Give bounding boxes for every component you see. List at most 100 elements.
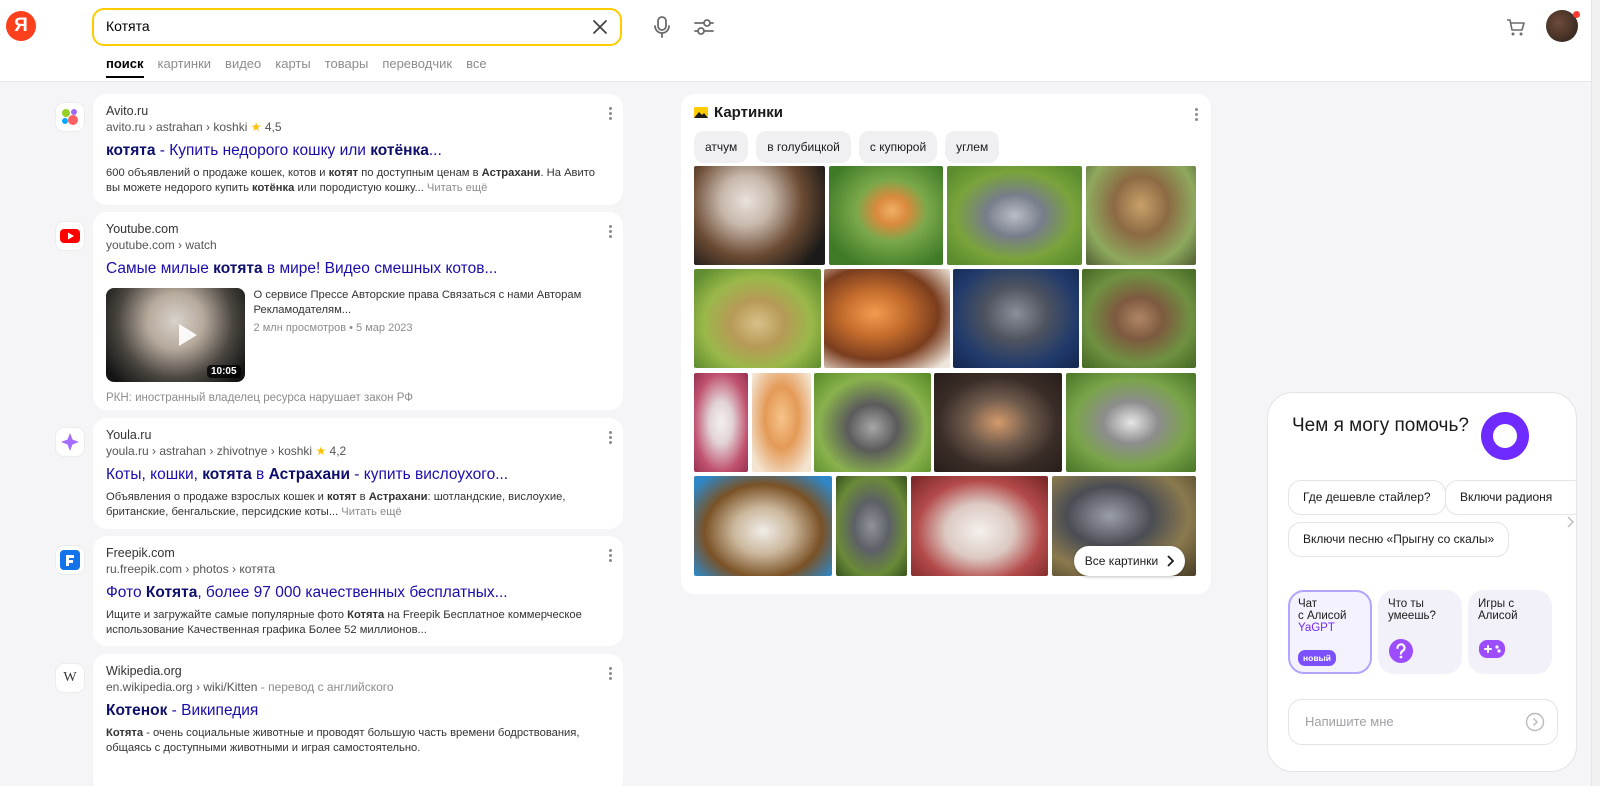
kitten-image[interactable] [694,269,821,368]
read-more-link[interactable]: Читать ещё [427,182,487,194]
kitten-image[interactable] [953,269,1079,368]
result-path[interactable]: youla.ru › astrahan › zhivotnye › koshki… [106,444,609,458]
result-snippet: Объявления о продаже взрослых кошек и ко… [106,491,566,518]
result-title[interactable]: Фото Котята, более 97 000 качественных б… [106,584,609,602]
more-options-icon[interactable] [609,107,613,121]
send-icon[interactable] [1525,712,1545,732]
play-icon[interactable] [179,324,197,346]
search-result[interactable]: Wikipedia.org en.wikipedia.org › wiki/Ki… [93,654,623,786]
chat-with-alice-tile[interactable]: Чат с Алисой YaGPT новый [1288,590,1372,674]
kitten-image[interactable] [947,166,1082,265]
avito-favicon-icon [56,103,84,131]
alice-message-input[interactable]: Напишите мне [1288,699,1558,745]
video-meta: 2 млн просмотров • 5 мар 2023 [253,322,413,334]
kitten-image[interactable] [814,373,931,472]
kitten-image[interactable] [694,166,825,265]
result-snippet: 600 объявлений о продаже кошек, котов и … [106,167,595,194]
scrollbar[interactable] [1591,0,1600,786]
kitten-image[interactable] [694,373,748,472]
kitten-image[interactable] [752,373,811,472]
result-title[interactable]: котята - Купить недорого кошку или котён… [106,142,609,160]
result-site[interactable]: Wikipedia.org [106,664,609,678]
microphone-icon[interactable] [648,13,676,41]
gamepad-icon [1479,640,1505,658]
tab-video[interactable]: видео [225,56,261,78]
alice-panel: Чем я могу помочь? Где дешевле стайлер? … [1267,392,1577,772]
more-options-icon[interactable] [609,431,613,445]
what-can-you-do-tile[interactable]: Что ты умеешь? [1378,590,1462,674]
alice-icon[interactable] [1481,412,1529,460]
kitten-image[interactable] [1066,373,1196,472]
all-images-button[interactable]: Все картинки [1074,546,1185,576]
tab-images[interactable]: картинки [158,56,212,78]
chevron-right-icon [1167,555,1175,567]
tab-all[interactable]: все [466,56,487,78]
result-path[interactable]: avito.ru › astrahan › koshki ★ 4,5 [106,120,609,134]
kitten-image[interactable] [829,166,943,265]
result-site[interactable]: Freepik.com [106,546,609,560]
result-path[interactable]: en.wikipedia.org › wiki/Kitten - перевод… [106,680,609,694]
suggestion-chip[interactable]: Где дешевле стайлер? [1288,480,1446,515]
result-snippet: Котята - очень социальные животные и про… [106,727,580,754]
rkn-warning: РКН: иностранный владелец ресурса наруша… [106,392,414,404]
search-box[interactable]: Котята [92,8,622,46]
image-chip[interactable]: атчум [694,131,749,163]
search-result[interactable]: Avito.ru avito.ru › astrahan › koshki ★ … [93,94,623,205]
search-result[interactable]: Youla.ru youla.ru › astrahan › zhivotnye… [93,418,623,529]
youla-favicon-icon [56,428,84,456]
star-icon: ★ [250,120,262,134]
kitten-image[interactable] [911,476,1048,576]
read-more-link[interactable]: Читать ещё [341,506,401,518]
notification-dot [1573,11,1580,18]
wikipedia-favicon-icon: W [56,664,84,692]
kitten-image[interactable] [934,373,1062,472]
video-description: О сервисе Прессе Авторские права Связать… [253,289,582,316]
clear-icon[interactable] [590,17,610,37]
kitten-image[interactable] [694,476,832,576]
more-options-icon[interactable] [609,225,613,239]
result-path[interactable]: ru.freepik.com › photos › котята [106,562,609,576]
suggestion-chip[interactable]: Включи радионя [1445,480,1576,515]
image-chip[interactable]: углем [945,131,1000,163]
tab-translator[interactable]: переводчик [382,56,452,78]
tab-goods[interactable]: товары [325,56,369,78]
kitten-image[interactable] [1082,269,1196,368]
star-icon: ★ [315,444,327,458]
image-chip[interactable]: с купюрой [858,131,938,163]
search-result[interactable]: Youtube.com youtube.com › watch Самые ми… [93,212,623,410]
result-site[interactable]: Youla.ru [106,428,609,442]
result-site[interactable]: Avito.ru [106,104,609,118]
result-path[interactable]: youtube.com › watch [106,238,609,252]
result-site[interactable]: Youtube.com [106,222,609,236]
result-title[interactable]: Котенок - Википедия [106,702,609,720]
freepik-favicon-icon [56,546,84,574]
result-title[interactable]: Коты, кошки, котята в Астрахани - купить… [106,466,609,484]
kitten-image[interactable] [836,476,907,576]
image-chips: атчум в голубицкой с купюрой углем [694,131,1000,163]
search-input[interactable]: Котята [106,18,150,34]
yandex-logo[interactable]: Я [6,11,36,41]
images-title[interactable]: Картинки [694,104,783,121]
suggestion-chip[interactable]: Включи песню «Прыгну со скалы» [1288,522,1510,557]
cart-icon[interactable] [1505,16,1527,38]
youtube-favicon-icon [56,222,84,250]
more-options-icon[interactable] [1195,108,1199,122]
filters-icon[interactable] [690,13,718,41]
chevron-right-icon[interactable] [1566,516,1574,528]
tab-search[interactable]: поиск [106,56,144,78]
new-badge: новый [1298,650,1337,666]
video-duration: 10:05 [206,365,241,378]
header: Я Котята поиск картинки видео карты това… [0,0,1600,82]
kitten-image[interactable] [824,269,950,368]
video-thumbnail[interactable]: 10:05 [106,288,245,382]
more-options-icon[interactable] [609,549,613,563]
picture-icon [694,107,708,118]
kitten-image[interactable] [1086,166,1196,265]
result-title[interactable]: Самые милые котята в мире! Видео смешных… [106,260,609,278]
more-options-icon[interactable] [609,667,613,681]
image-chip[interactable]: в голубицкой [756,131,851,163]
games-with-alice-tile[interactable]: Игры с Алисой [1468,590,1552,674]
search-result[interactable]: Freepik.com ru.freepik.com › photos › ко… [93,536,623,646]
tab-maps[interactable]: карты [275,56,310,78]
search-tabs: поиск картинки видео карты товары перево… [106,56,487,78]
